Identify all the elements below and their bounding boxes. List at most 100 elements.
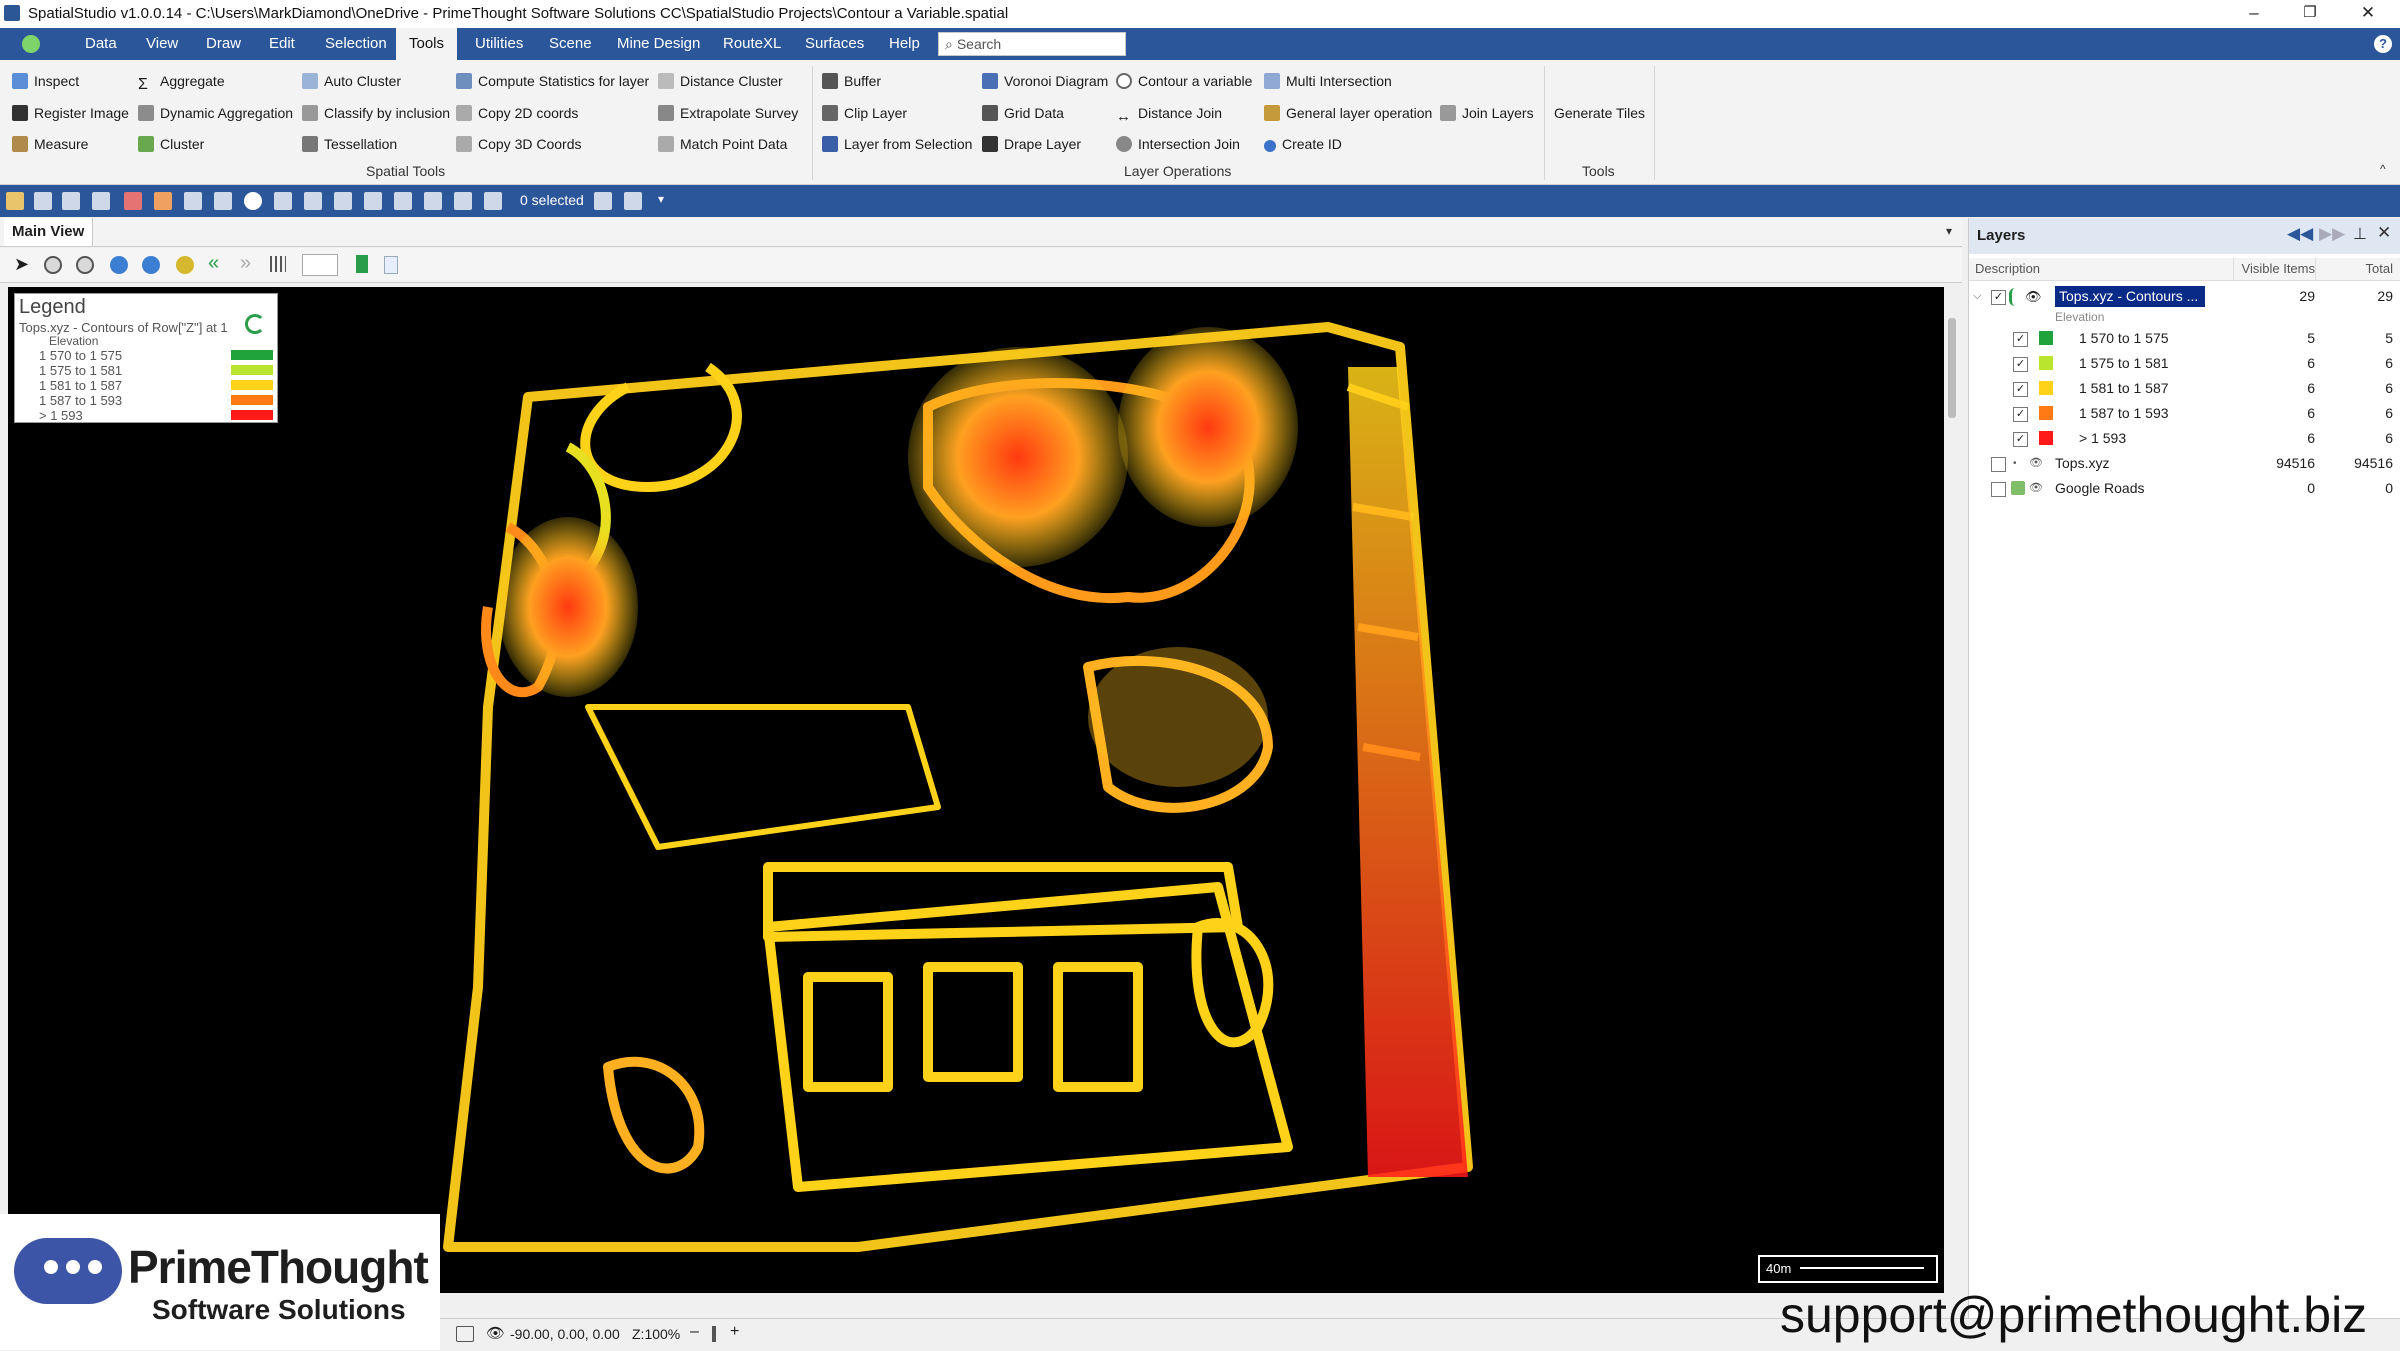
menu-routexl[interactable]: RouteXL: [710, 28, 794, 60]
toolbar-overflow[interactable]: [384, 256, 398, 274]
message-icon[interactable]: [456, 1326, 474, 1342]
select-line-icon[interactable]: [454, 192, 472, 210]
select-circle-icon[interactable]: [424, 192, 442, 210]
layer-visibility-checkbox[interactable]: ✓: [2013, 382, 2028, 397]
general-layer-operation-button[interactable]: General layer operation: [1264, 100, 1432, 126]
edit-shape-icon[interactable]: [304, 192, 322, 210]
settings-icon[interactable]: [62, 192, 80, 210]
map-canvas[interactable]: 40m: [8, 287, 1944, 1293]
menu-edit[interactable]: Edit: [256, 28, 308, 60]
eye-icon[interactable]: 👁: [2025, 284, 2042, 309]
collapse-left-icon[interactable]: ◀◀: [2287, 224, 2313, 244]
chevron-down-icon[interactable]: ▾: [1946, 224, 1952, 238]
minimize-button[interactable]: –: [2228, 0, 2280, 28]
grid-icon[interactable]: [270, 256, 286, 272]
save-icon[interactable]: [34, 192, 52, 210]
map-legend[interactable]: Legend Tops.xyz - Contours of Row["Z"] a…: [14, 293, 278, 423]
eye-icon[interactable]: 👁: [2029, 476, 2043, 501]
layers-icon[interactable]: [92, 192, 110, 210]
table-icon[interactable]: [154, 192, 172, 210]
copy-3d-coords-button[interactable]: Copy 3D Coords: [456, 131, 582, 157]
copy-2d-coords-button[interactable]: Copy 2D coords: [456, 100, 578, 126]
layer-name[interactable]: Google Roads: [2055, 476, 2145, 501]
vertical-scrollbar[interactable]: [1948, 318, 1956, 418]
layer-name[interactable]: Tops.xyz: [2055, 451, 2109, 476]
pointer-icon[interactable]: ➤: [14, 254, 29, 275]
classify-by-inclusion-button[interactable]: Classify by inclusion: [302, 100, 450, 126]
collapse-right-icon[interactable]: ▶▶: [2319, 224, 2345, 244]
axis-icon[interactable]: [184, 192, 202, 210]
menu-mine-design[interactable]: Mine Design: [604, 28, 713, 60]
basemap-dropdown[interactable]: [302, 254, 338, 276]
menu-draw[interactable]: Draw: [193, 28, 254, 60]
layer-visibility-checkbox[interactable]: [1991, 457, 2006, 472]
grid-data-button[interactable]: Grid Data: [982, 100, 1064, 126]
gear-icon[interactable]: [176, 256, 194, 274]
globe-icon[interactable]: [110, 256, 128, 274]
column-total[interactable]: Total: [2315, 258, 2393, 280]
dynamic-aggregation-button[interactable]: Dynamic Aggregation: [138, 100, 293, 126]
eye-icon[interactable]: 👁: [2029, 451, 2043, 476]
zoom-extent-icon[interactable]: [142, 256, 160, 274]
zoom-selection-icon[interactable]: [594, 192, 612, 210]
zoom-out-icon[interactable]: [76, 256, 94, 274]
eye-icon[interactable]: 👁: [486, 1324, 505, 1342]
menu-scene[interactable]: Scene: [536, 28, 605, 60]
help-icon[interactable]: ?: [2374, 35, 2392, 53]
auto-cluster-button[interactable]: Auto Cluster: [302, 68, 401, 94]
menu-view[interactable]: View: [133, 28, 191, 60]
globe-icon[interactable]: [244, 192, 262, 210]
chart-icon[interactable]: [124, 192, 142, 210]
buffer-button[interactable]: Buffer: [822, 68, 881, 94]
layer-visibility-checkbox[interactable]: ✓: [2013, 432, 2028, 447]
bookmark-icon[interactable]: [356, 255, 368, 273]
drape-layer-button[interactable]: Drape Layer: [982, 131, 1081, 157]
layer-row-contours[interactable]: ⌵ ✓ 👁 Tops.xyz - Contours ... 29 29: [1969, 284, 2400, 309]
layer-row-class[interactable]: ✓ 1 581 to 1 587 6 6: [1969, 376, 2400, 401]
column-description[interactable]: Description: [1975, 258, 2040, 280]
tessellation-button[interactable]: Tessellation: [302, 131, 397, 157]
join-layers-button[interactable]: Join Layers: [1440, 100, 1534, 126]
menu-help[interactable]: Help: [876, 28, 933, 60]
layer-visibility-checkbox[interactable]: ✓: [2013, 332, 2028, 347]
location-pin-icon[interactable]: [274, 192, 292, 210]
layer-visibility-checkbox[interactable]: ✓: [2013, 407, 2028, 422]
menu-surfaces[interactable]: Surfaces: [792, 28, 877, 60]
compute-statistics-button[interactable]: Compute Statistics for layer: [456, 68, 649, 94]
collapse-ribbon-icon[interactable]: ^: [2380, 162, 2386, 176]
pin-panel-icon[interactable]: ⊥: [2353, 224, 2367, 244]
expand-icon[interactable]: ⌵: [1973, 284, 1981, 309]
zoom-in-icon[interactable]: [44, 256, 62, 274]
aggregate-button[interactable]: Σ Aggregate: [138, 68, 225, 94]
layer-visibility-checkbox[interactable]: [1991, 482, 2006, 497]
clip-layer-button[interactable]: Clip Layer: [822, 100, 907, 126]
layer-row-class[interactable]: ✓ > 1 593 6 6: [1969, 426, 2400, 451]
layer-row-tops[interactable]: • 👁 Tops.xyz 94516 94516: [1969, 451, 2400, 476]
attribute-table-icon[interactable]: [624, 192, 642, 210]
app-menu-icon[interactable]: [22, 35, 40, 53]
back-icon[interactable]: «: [208, 252, 219, 275]
open-folder-icon[interactable]: [6, 192, 24, 210]
zoom-in-button[interactable]: +: [730, 1323, 739, 1341]
close-panel-icon[interactable]: ✕: [2377, 223, 2391, 243]
tab-main-view[interactable]: Main View: [4, 218, 94, 246]
layer-visibility-checkbox[interactable]: ✓: [1991, 290, 2006, 305]
cluster-button[interactable]: Cluster: [138, 131, 204, 157]
intersection-join-button[interactable]: Intersection Join: [1116, 131, 1240, 157]
forward-icon[interactable]: »: [240, 252, 251, 275]
voronoi-diagram-button[interactable]: Voronoi Diagram: [982, 68, 1108, 94]
select-arrow-icon[interactable]: [334, 192, 352, 210]
refresh-icon[interactable]: [214, 192, 232, 210]
menu-selection[interactable]: Selection: [312, 28, 400, 60]
close-button[interactable]: ✕: [2342, 0, 2394, 28]
inspect-button[interactable]: Inspect: [12, 68, 79, 94]
layer-name[interactable]: Tops.xyz - Contours ...: [2055, 286, 2205, 307]
column-visible-items[interactable]: Visible Items: [2233, 258, 2315, 280]
contour-a-variable-button[interactable]: Contour a variable: [1116, 68, 1252, 94]
layer-row-google-roads[interactable]: 👁 Google Roads 0 0: [1969, 476, 2400, 501]
layer-row-class[interactable]: ✓ 1 587 to 1 593 6 6: [1969, 401, 2400, 426]
menu-utilities[interactable]: Utilities: [462, 28, 536, 60]
menu-tools[interactable]: Tools: [396, 28, 458, 60]
zoom-slider[interactable]: [712, 1326, 716, 1342]
menu-data[interactable]: Data: [72, 28, 130, 60]
